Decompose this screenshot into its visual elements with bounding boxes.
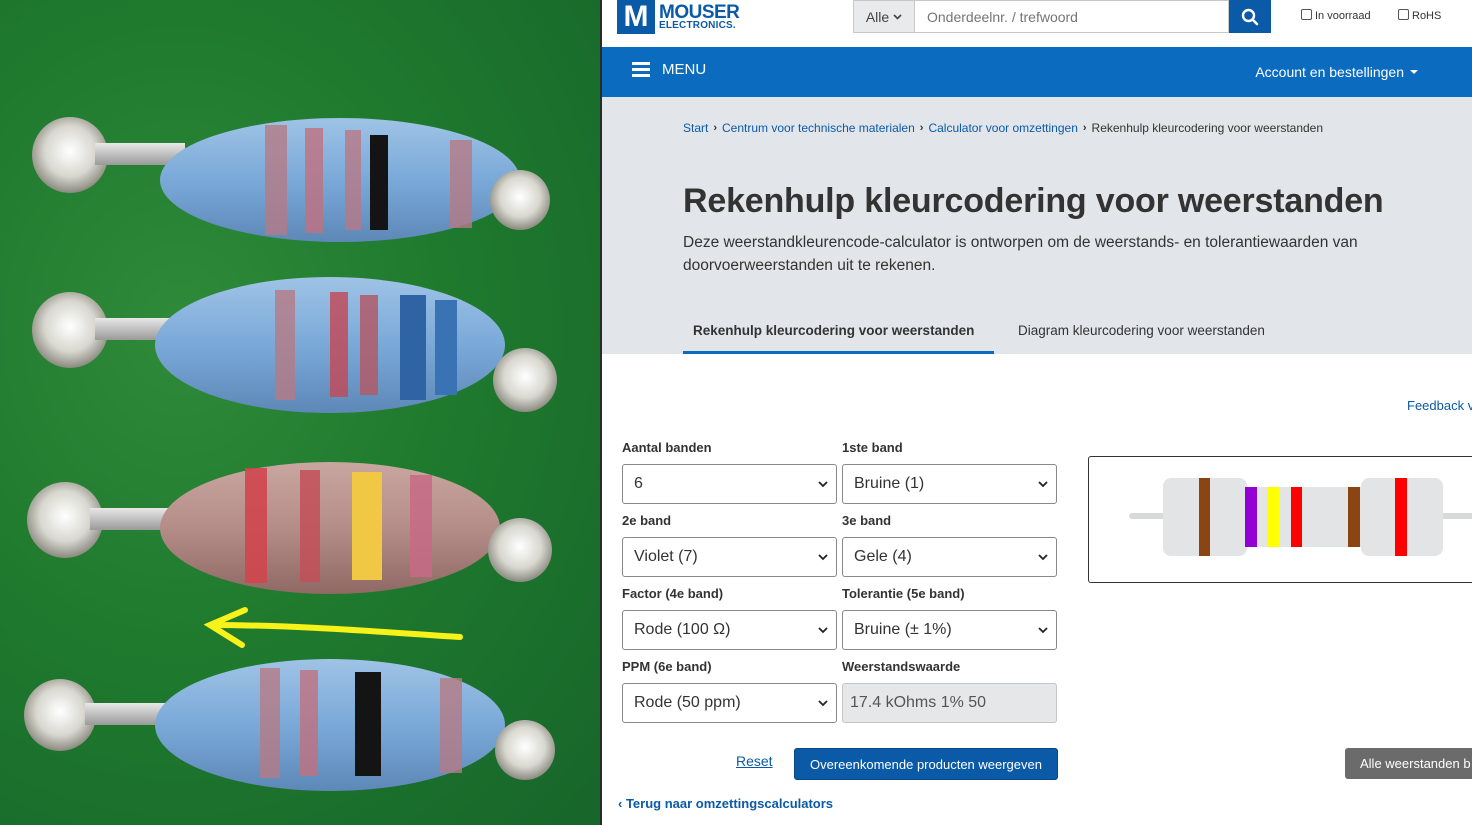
all-resistors-button[interactable]: Alle weerstanden b	[1345, 748, 1472, 779]
band1-value: Bruine (1)	[854, 475, 925, 492]
band2-value: Violet (7)	[634, 548, 698, 565]
band3-select[interactable]: Gele (4)	[842, 537, 1057, 577]
logo-sub-text: ELECTRONICS.	[659, 19, 736, 31]
band1-select[interactable]: Bruine (1)	[842, 464, 1057, 504]
color-band-2	[1245, 487, 1257, 547]
resistance-value: 17.4 kOhms 1% 50	[850, 694, 987, 711]
page-title: Rekenhulp kleurcodering voor weerstanden	[683, 182, 1384, 220]
photo-resistor-1	[32, 117, 550, 242]
search-icon	[1241, 8, 1259, 25]
resistance-value-label: Weerstandswaarde	[842, 659, 961, 674]
bands-count-label: Aantal banden	[622, 440, 712, 455]
in-stock-label: In voorraad	[1315, 10, 1371, 22]
tab-calculator[interactable]: Rekenhulp kleurcodering voor weerstanden	[683, 319, 994, 354]
feedback-link[interactable]: Feedback v	[1407, 398, 1472, 413]
photo-resistor-3	[27, 462, 552, 594]
chevron-left-icon: ‹	[618, 796, 626, 811]
lead-right	[1439, 513, 1472, 519]
hamburger-icon	[632, 62, 650, 77]
search-bar: Alle	[853, 0, 1271, 33]
band5-select[interactable]: Bruine (± 1%)	[842, 610, 1057, 650]
mouser-page: M MOUSER ELECTRONICS. Alle In voorraad	[602, 0, 1472, 825]
chevron-right-icon: ›	[1082, 122, 1087, 134]
checkbox-icon	[1398, 8, 1409, 20]
resistance-value-field: 17.4 kOhms 1% 50	[842, 683, 1057, 723]
band6-select[interactable]: Rode (50 ppm)	[622, 683, 837, 723]
logo-main-text: MOUSER	[659, 1, 740, 23]
band4-value: Rode (100 Ω)	[634, 621, 731, 638]
chevron-down-icon	[893, 13, 902, 20]
band3-label: 3e band	[842, 513, 892, 528]
chevron-down-icon	[1038, 554, 1048, 561]
chevron-down-icon	[818, 700, 828, 707]
band4-select[interactable]: Rode (100 Ω)	[622, 610, 837, 650]
color-band-6	[1395, 478, 1407, 556]
rohs-checkbox[interactable]: RoHS	[1398, 6, 1441, 22]
breadcrumb-technical-resources[interactable]: Centrum voor technische materialen	[722, 121, 915, 135]
chevron-down-icon	[1038, 481, 1048, 488]
account-label: Account en bestellingen	[1255, 64, 1404, 80]
photo-resistor-2	[32, 277, 557, 413]
menu-button[interactable]: MENU	[632, 61, 706, 78]
breadcrumb-start[interactable]: Start	[683, 121, 708, 135]
resistor-photo-image	[24, 117, 557, 791]
band4-label: Factor (4e band)	[622, 586, 724, 601]
checkbox-icon	[1301, 8, 1312, 20]
breadcrumb-conversion-calculators[interactable]: Calculator voor omzettingen	[928, 121, 1077, 135]
reset-link[interactable]: Reset	[736, 753, 773, 769]
band5-label: Tolerantie (5e band)	[842, 586, 965, 601]
band6-value: Rode (50 ppm)	[634, 694, 741, 711]
page-header: Start › Centrum voor technische material…	[602, 97, 1472, 354]
chevron-right-icon: ›	[919, 122, 924, 134]
band5-value: Bruine (± 1%)	[854, 621, 952, 638]
search-input[interactable]	[914, 0, 1229, 33]
mouser-logo[interactable]: M MOUSER ELECTRONICS.	[617, 0, 740, 34]
band6-label: PPM (6e band)	[622, 659, 712, 674]
resistor-diagram	[1088, 456, 1472, 583]
page-intro: Deze weerstandkleurencode-calculator is …	[683, 234, 1358, 274]
search-button[interactable]	[1229, 0, 1271, 33]
resistor-diagram-image	[1129, 478, 1472, 556]
yellow-arrow-annotation	[203, 607, 463, 648]
band2-select[interactable]: Violet (7)	[622, 537, 837, 577]
chevron-down-icon	[1038, 627, 1048, 634]
color-band-4	[1291, 487, 1302, 547]
band1-label: 1ste band	[842, 440, 903, 455]
search-scope-dropdown[interactable]: Alle	[853, 0, 914, 33]
photo-resistor-4	[24, 659, 555, 791]
chevron-down-icon	[818, 627, 828, 634]
rohs-label: RoHS	[1412, 10, 1442, 22]
breadcrumb: Start › Centrum voor technische material…	[683, 121, 1323, 135]
menu-label: MENU	[662, 61, 707, 78]
top-bar: M MOUSER ELECTRONICS. Alle In voorraad	[602, 0, 1472, 47]
color-band-3	[1268, 487, 1280, 547]
account-dropdown[interactable]: Account en bestellingen	[1255, 64, 1418, 80]
breadcrumb-current: Rekenhulp kleurcodering voor weerstanden	[1091, 121, 1324, 135]
main-nav: MENU Account en bestellingen	[602, 47, 1472, 97]
chevron-right-icon: ›	[713, 122, 718, 134]
back-to-calculators-link[interactable]: ‹ Terug naar omzettingscalculators	[618, 796, 833, 811]
in-stock-checkbox[interactable]: In voorraad	[1301, 6, 1371, 22]
tabs: Rekenhulp kleurcodering voor weerstanden…	[683, 319, 1275, 354]
band3-value: Gele (4)	[854, 548, 912, 565]
band2-label: 2e band	[622, 513, 672, 528]
caret-down-icon	[1410, 70, 1418, 74]
color-band-1	[1199, 478, 1210, 556]
color-band-5	[1348, 487, 1360, 547]
chevron-down-icon	[818, 554, 828, 561]
tab-diagram[interactable]: Diagram kleurcodering voor weerstanden	[1008, 319, 1275, 354]
bands-count-value: 6	[634, 475, 643, 492]
logo-mark: M	[617, 0, 655, 34]
back-link-label: Terug naar omzettingscalculators	[625, 796, 834, 811]
bands-count-select[interactable]: 6	[622, 464, 837, 504]
resistor-photo	[0, 0, 601, 825]
show-matching-products-button[interactable]: Overeenkomende producten weergeven	[794, 748, 1058, 780]
chevron-down-icon	[818, 481, 828, 488]
search-scope-label: Alle	[865, 8, 890, 25]
